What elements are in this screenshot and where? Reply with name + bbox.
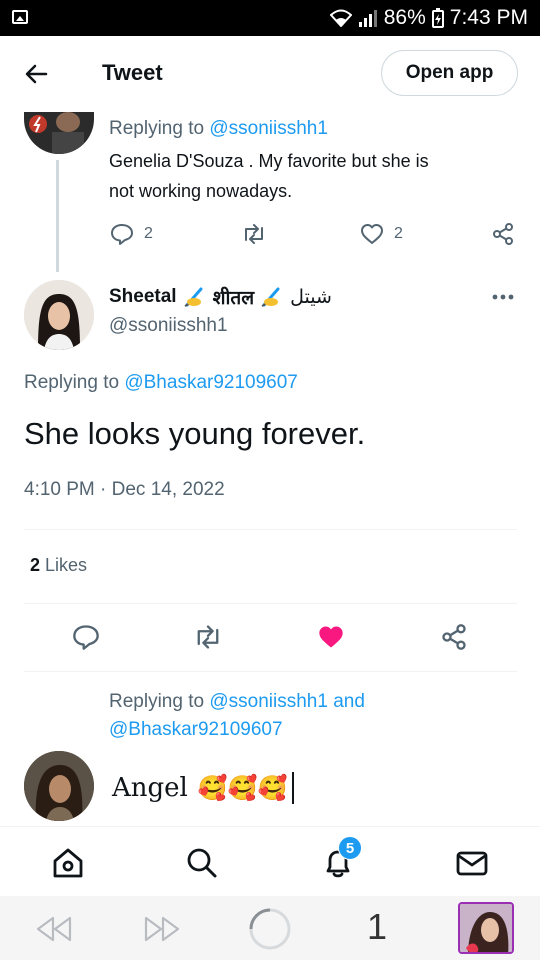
retweet-icon (245, 224, 263, 244)
search-icon (187, 848, 217, 878)
retweet-icon (197, 625, 219, 649)
gallery-notification-icon (12, 10, 28, 24)
wifi-icon (329, 9, 352, 27)
writing-hand-emoji-icon (184, 287, 203, 307)
rewind-button[interactable] (34, 914, 74, 949)
home-tab[interactable] (50, 845, 86, 881)
heart-filled-icon (319, 626, 343, 648)
status-bar: 86% 7:43 PM (0, 0, 540, 36)
bottom-navigation (0, 826, 540, 896)
envelope-icon (456, 851, 488, 876)
clock: 7:43 PM (449, 6, 528, 29)
more-icon (492, 294, 514, 300)
likes-count[interactable]: 2 Likes (30, 555, 87, 576)
writing-hand-emoji-icon-2 (261, 287, 280, 307)
share-icon (493, 223, 513, 245)
arrow-left-icon (25, 64, 48, 84)
back-button[interactable] (20, 58, 56, 90)
open-app-button[interactable]: Open app (381, 50, 518, 96)
text-caret (291, 772, 294, 804)
rewind-icon (36, 916, 72, 942)
fast-forward-icon (144, 916, 180, 942)
fast-forward-button[interactable] (142, 914, 182, 949)
parent-reply-button[interactable]: 2 (110, 222, 153, 246)
author-name: Sheetal शीतल شیتل (109, 286, 332, 309)
parent-replying-to: Replying to @ssoniisshh1 (109, 118, 328, 139)
tab-counter[interactable]: 1 (367, 906, 387, 948)
battery-percent: 86% (383, 6, 426, 29)
main-replying-to: Replying to @Bhaskar92109607 (24, 372, 298, 393)
explore-tab[interactable] (184, 845, 220, 881)
my-avatar[interactable] (24, 751, 94, 821)
app-header: Tweet Open app (0, 36, 540, 112)
thread-line (56, 160, 59, 272)
media-controls-bar: 1 (0, 896, 540, 960)
mention-link[interactable]: @ssoniisshh1 (209, 118, 328, 139)
home-icon (53, 848, 83, 878)
parent-retweet-button[interactable] (241, 222, 267, 246)
reply-icon (111, 224, 133, 245)
heart-outline-icon (361, 224, 383, 244)
reply-input[interactable]: Angel 🥰🥰🥰 (112, 768, 412, 808)
divider (24, 603, 517, 604)
page-title: Tweet (102, 60, 163, 85)
retweet-button[interactable] (193, 623, 223, 651)
author-avatar[interactable] (24, 280, 94, 350)
reply-icon (73, 625, 99, 650)
tweet-text: She looks young forever. (24, 416, 366, 451)
profile-thumbnail[interactable] (458, 902, 514, 954)
author-handle[interactable]: @ssoniisshh1 (109, 315, 228, 337)
mention-link[interactable]: @Bhaskar92109607 (109, 719, 283, 740)
signal-icon (358, 10, 377, 27)
smiling-face-with-hearts-emoji: 🥰🥰🥰 (197, 774, 288, 802)
like-button[interactable] (317, 623, 345, 651)
messages-tab[interactable] (454, 845, 490, 881)
parent-like-button[interactable]: 2 (360, 222, 403, 246)
divider (24, 671, 517, 672)
mention-link[interactable]: @Bhaskar92109607 (124, 372, 298, 393)
share-button[interactable] (440, 623, 468, 651)
loading-spinner-icon (249, 908, 291, 950)
share-icon (442, 624, 466, 650)
parent-author-avatar[interactable] (24, 112, 94, 154)
more-options-button[interactable] (490, 290, 518, 304)
parent-tweet-text: Genelia D'Souza . My favorite but she is… (109, 151, 429, 201)
parent-share-button[interactable] (491, 222, 515, 246)
reply-button[interactable] (72, 623, 100, 651)
notifications-badge: 5 (338, 836, 362, 860)
mention-link[interactable]: @ssoniisshh1 (209, 691, 328, 712)
compose-replying-to: Replying to @ssoniisshh1 and @Bhaskar921… (109, 691, 365, 740)
battery-charging-icon (431, 8, 444, 28)
tweet-timestamp[interactable]: 4:10 PM · Dec 14, 2022 (24, 479, 225, 501)
loading-button[interactable] (247, 906, 293, 957)
divider (24, 529, 517, 530)
